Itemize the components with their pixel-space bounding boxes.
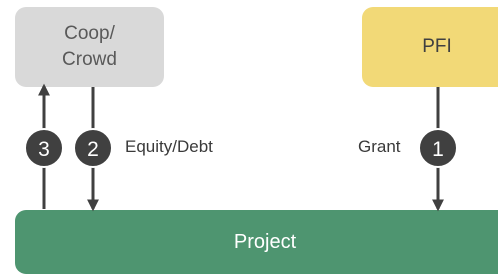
step-badge-3: 3 [24, 128, 64, 168]
equity-debt-label: Equity/Debt [125, 137, 213, 156]
step-badge-1: 1 [418, 128, 458, 168]
step-badge-2: 2 [73, 128, 113, 168]
grant-label: Grant [358, 137, 401, 156]
flow-connectors: 3 2 1 [24, 83, 458, 212]
svg-text:2: 2 [87, 138, 99, 161]
svg-text:1: 1 [432, 138, 444, 161]
svg-text:3: 3 [38, 138, 50, 161]
